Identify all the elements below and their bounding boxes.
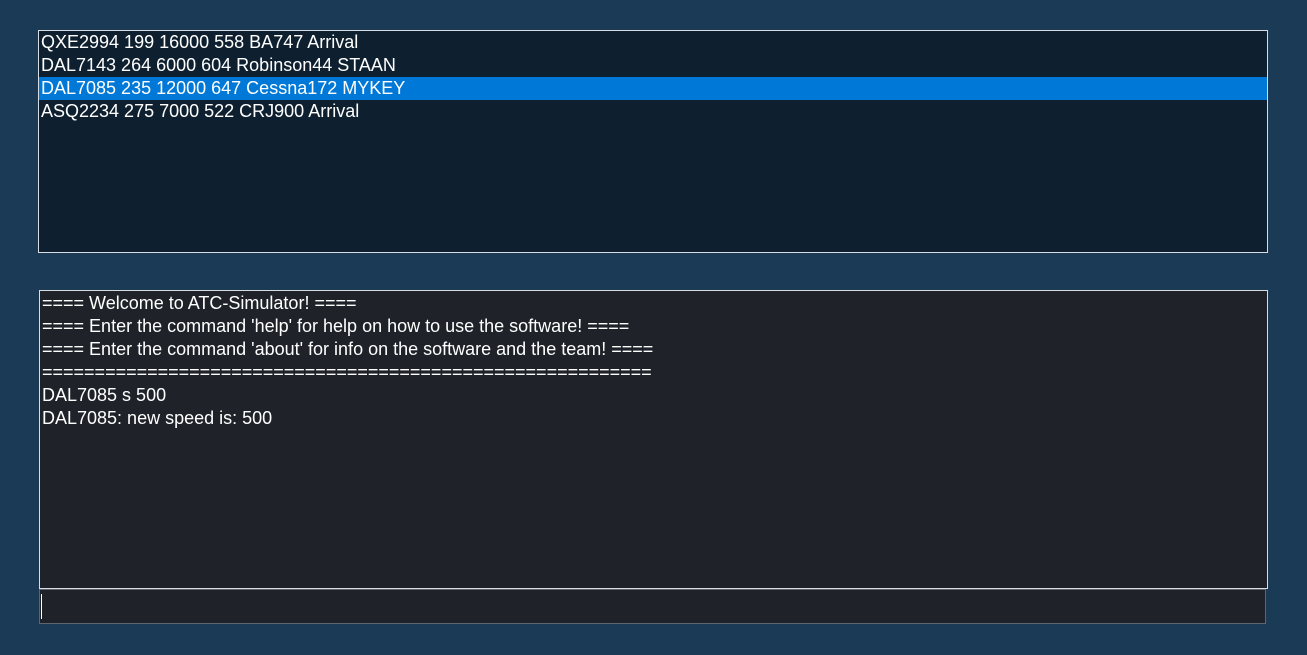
flight-list-item-selected[interactable]: DAL7085 235 12000 647 Cessna172 MYKEY [39,77,1267,100]
flight-list-item[interactable]: QXE2994 199 16000 558 BA747 Arrival [39,31,1267,54]
console-line: ==== Enter the command 'about' for info … [42,339,654,359]
flight-list[interactable]: QXE2994 199 16000 558 BA747 Arrival DAL7… [38,30,1268,253]
console-line: DAL7085 s 500 [42,385,167,405]
console-line: DAL7085: new speed is: 500 [42,408,273,428]
console-line: ==== Welcome to ATC-Simulator! ==== [42,293,357,313]
console-output: ==== Welcome to ATC-Simulator! ==== ====… [39,290,1268,589]
console-line: ==== Enter the command 'help' for help o… [42,316,630,336]
flight-list-item[interactable]: DAL7143 264 6000 604 Robinson44 STAAN [39,54,1267,77]
text-cursor [41,594,42,619]
command-input[interactable] [39,589,1266,624]
console-line: ========================================… [42,362,652,382]
flight-list-item[interactable]: ASQ2234 275 7000 522 CRJ900 Arrival [39,100,1267,123]
